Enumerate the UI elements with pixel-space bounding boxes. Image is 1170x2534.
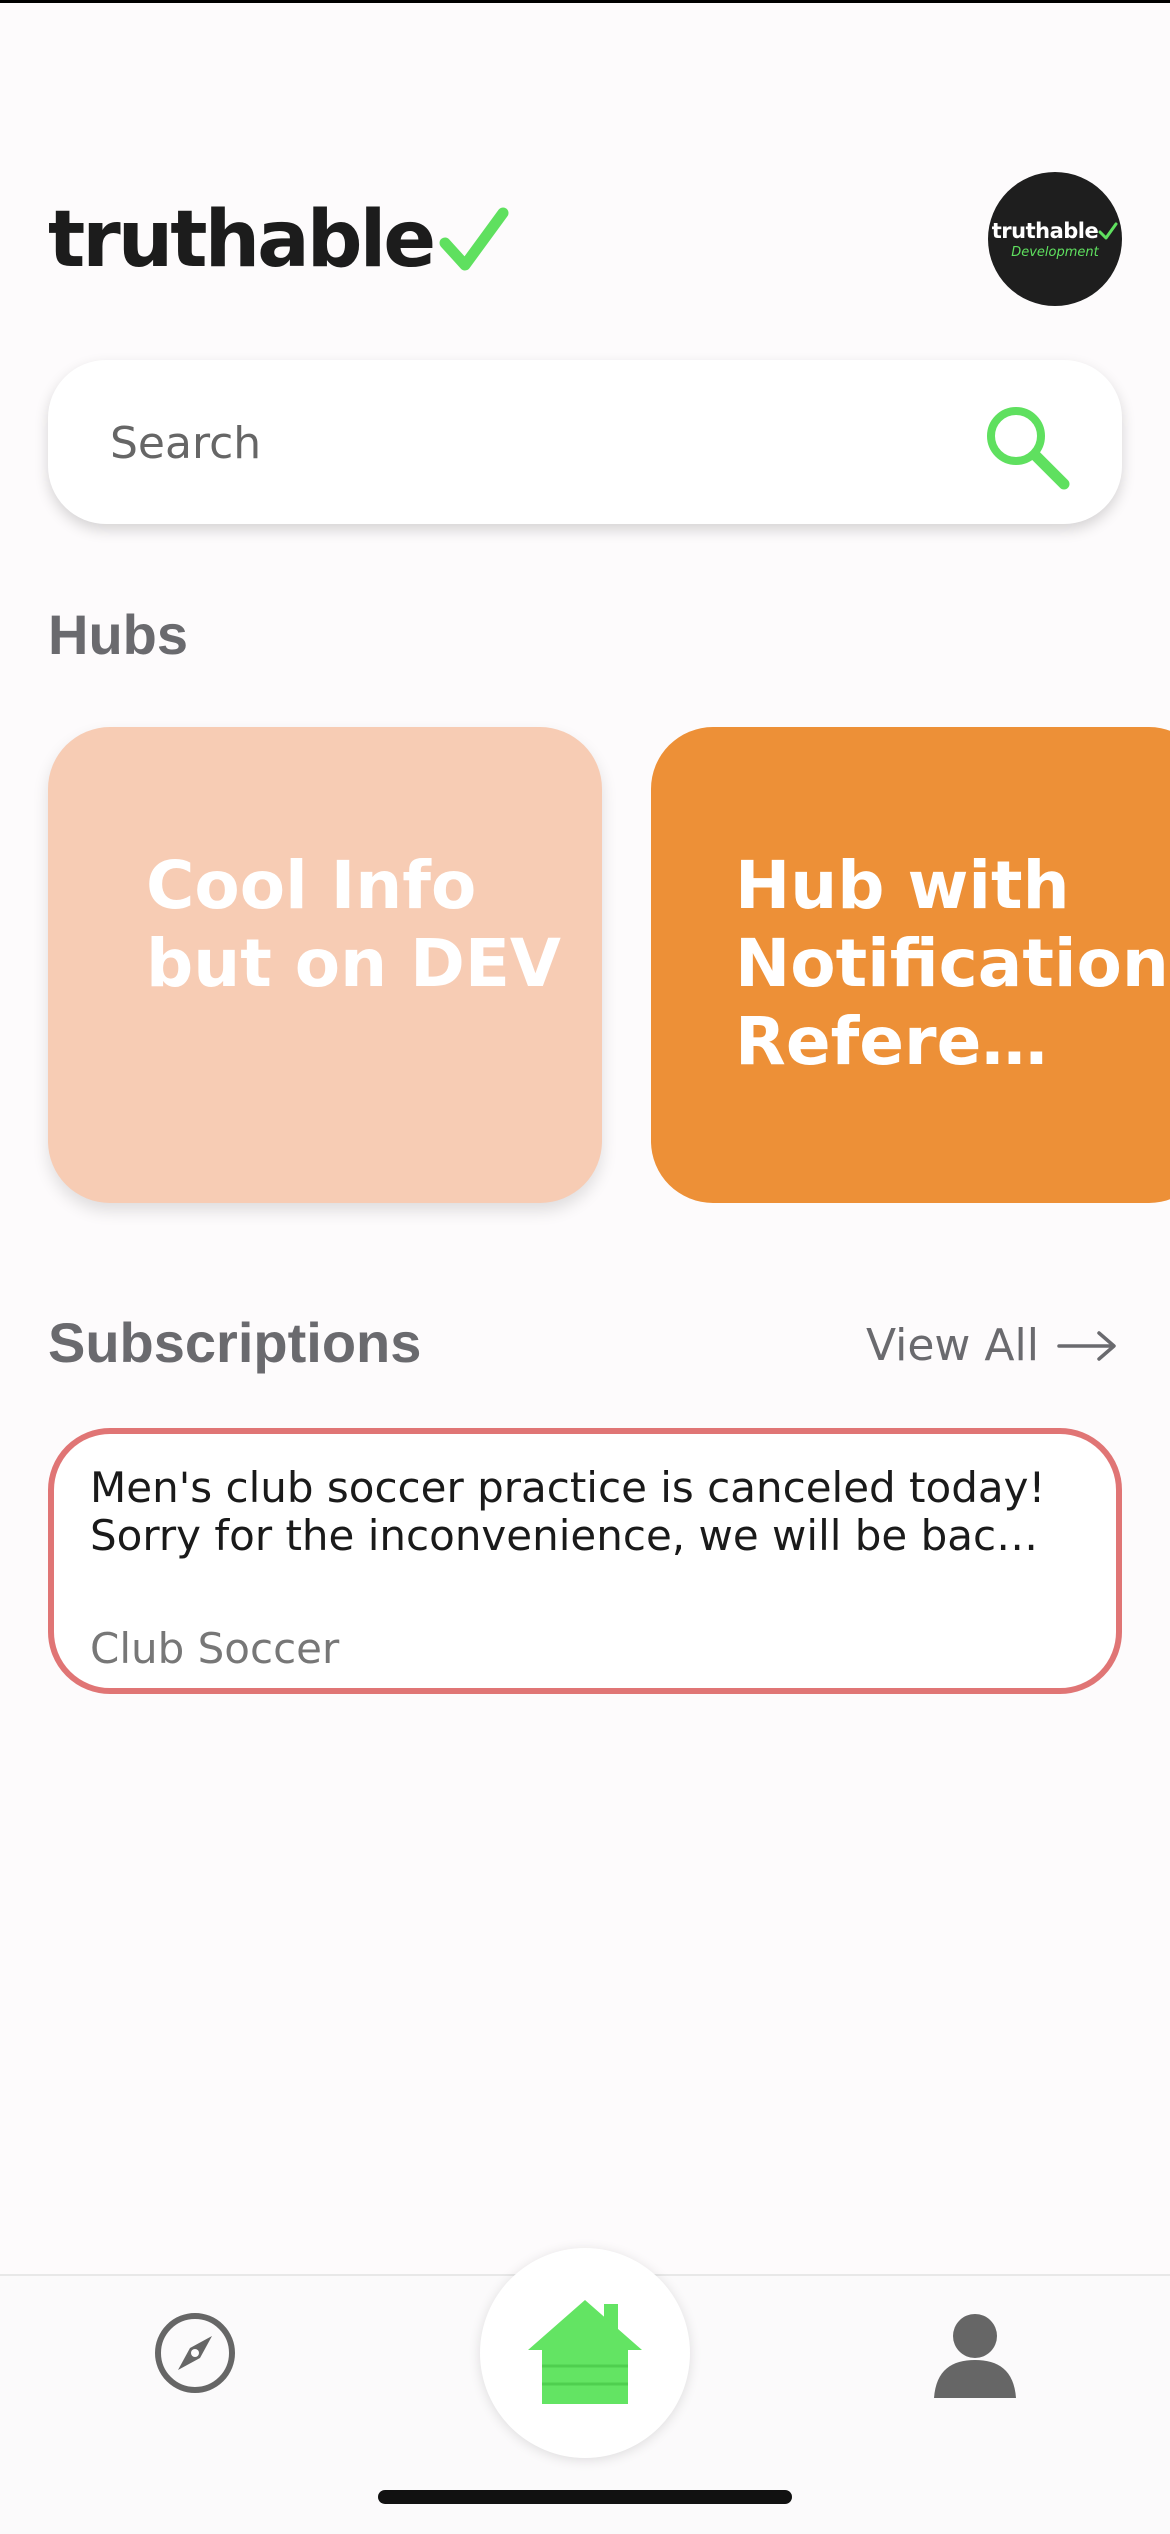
subscription-source: Club Soccer xyxy=(90,1624,340,1673)
search-bar[interactable] xyxy=(48,360,1122,526)
search-icon[interactable] xyxy=(980,400,1072,492)
view-all-label: View All xyxy=(866,1320,1039,1371)
logo-text: truthable xyxy=(48,195,436,285)
hub-card[interactable]: Cool Info but on DEV xyxy=(48,727,602,1203)
avatar-subtitle: Development xyxy=(1011,244,1099,260)
avatar[interactable]: truthable Development xyxy=(988,172,1122,306)
app-logo: truthable xyxy=(48,190,509,290)
subscription-message: Men's club soccer practice is canceled t… xyxy=(90,1464,1046,1560)
hub-card-label: Hub with Notification Refere… xyxy=(735,847,1169,1080)
arrow-right-icon xyxy=(1057,1330,1116,1361)
home-indicator xyxy=(378,2490,792,2504)
profile-icon[interactable] xyxy=(930,2310,1020,2400)
hub-card[interactable]: Hub with Notification Refere… xyxy=(651,727,1170,1203)
search-input[interactable] xyxy=(108,360,972,526)
home-icon[interactable] xyxy=(524,2296,646,2408)
avatar-title: truthable xyxy=(991,218,1099,243)
top-edge-line xyxy=(0,0,1170,3)
compass-icon[interactable] xyxy=(150,2308,240,2398)
hub-card-label: Cool Info but on DEV xyxy=(146,847,562,1002)
hubs-title: Hubs xyxy=(48,603,188,666)
view-all-link[interactable]: View All xyxy=(866,1320,1117,1371)
subscription-card[interactable]: Men's club soccer practice is canceled t… xyxy=(48,1428,1122,1694)
avatar-check-icon xyxy=(1098,222,1118,239)
subscriptions-title: Subscriptions xyxy=(48,1311,422,1374)
logo-check-icon xyxy=(439,207,509,271)
